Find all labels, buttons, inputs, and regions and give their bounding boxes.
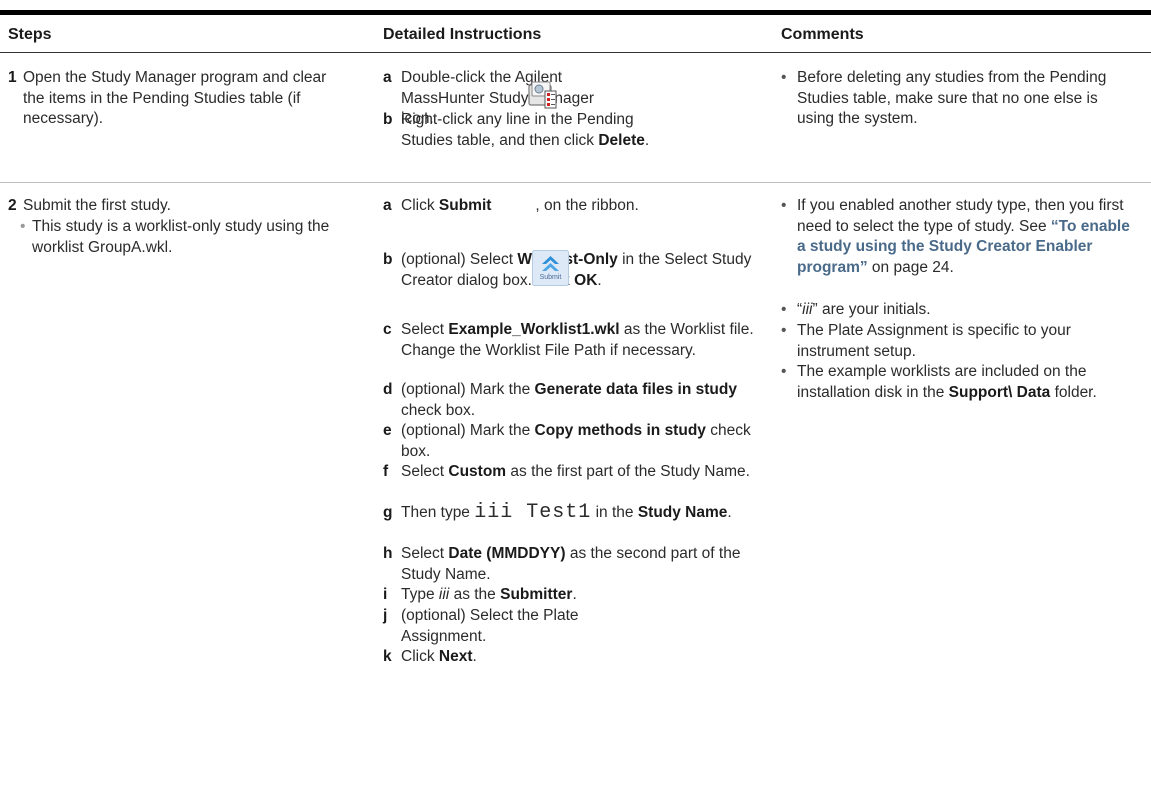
instruction-text-end: check box. bbox=[401, 401, 476, 419]
instruction-text-end: . bbox=[727, 504, 732, 521]
row1-instructions: a Double-click the Agilent MassHunter St… bbox=[383, 68, 783, 178]
instruction-text: (optional) Select bbox=[401, 251, 518, 268]
bullet: • bbox=[781, 69, 787, 86]
comment-text: ” are your initials. bbox=[812, 301, 931, 318]
bullet: • bbox=[781, 301, 787, 318]
row2-instructions: a Click Submit , on the ribbon. b (option… bbox=[383, 196, 783, 806]
instruction-text: (optional) Mark the bbox=[401, 422, 535, 439]
instruction-text-end: , on the ribbon. bbox=[535, 197, 639, 214]
instruction-letter: f bbox=[383, 463, 389, 480]
ok-label: OK bbox=[574, 271, 598, 289]
submitter-label: Submitter bbox=[500, 586, 573, 603]
instruction-text: Type bbox=[401, 586, 439, 603]
step-number: 2 bbox=[8, 197, 17, 214]
instruction-letter: e bbox=[383, 422, 392, 439]
bullet: • bbox=[781, 197, 787, 214]
instruction-text-end: as the first part of the Study Name. bbox=[506, 463, 750, 480]
copy-methods-label: Copy methods in study bbox=[534, 422, 706, 439]
header-comments: Comments bbox=[781, 26, 864, 43]
typed-study-name: iii Test1 bbox=[474, 501, 592, 524]
instruction-letter: c bbox=[383, 321, 392, 338]
study-name-label: Study Name bbox=[637, 504, 728, 521]
bullet: • bbox=[781, 363, 787, 380]
bullet: • bbox=[20, 218, 26, 235]
instruction-letter: a bbox=[383, 69, 392, 86]
study-manager-icon bbox=[528, 81, 557, 109]
generate-data-files-label: Generate data files in study bbox=[534, 381, 737, 398]
instruction-text: Select bbox=[401, 321, 449, 338]
step-text: Submit the first study. bbox=[23, 197, 171, 214]
submit-ribbon-icon: Submit bbox=[532, 250, 569, 286]
step-number: 1 bbox=[8, 69, 17, 86]
support-data-folder: Support\ Data bbox=[948, 383, 1051, 401]
substep-text: This study is a worklist-only study usin… bbox=[32, 218, 330, 256]
instruction-letter: b bbox=[383, 111, 393, 128]
custom-label: Custom bbox=[448, 463, 507, 480]
row-divider bbox=[0, 182, 1151, 183]
bullet: • bbox=[781, 322, 787, 339]
delete-label: Delete bbox=[598, 131, 645, 149]
instruction-letter: a bbox=[383, 197, 392, 214]
instruction-text: Then type bbox=[401, 504, 475, 521]
instruction-letter: k bbox=[383, 648, 392, 665]
header-rule bbox=[0, 52, 1151, 53]
top-rule bbox=[0, 10, 1151, 15]
instruction-text-mid: as the bbox=[449, 586, 501, 603]
instruction-text-end: . bbox=[644, 131, 650, 149]
instruction-text: (optional) Mark the bbox=[401, 381, 535, 398]
submit-icon-label: Submit bbox=[539, 274, 562, 281]
instruction-text: Click bbox=[401, 197, 439, 214]
instruction-letter: g bbox=[383, 504, 393, 521]
header-detailed-instructions: Detailed Instructions bbox=[383, 26, 542, 43]
comment-text-end: folder. bbox=[1050, 383, 1097, 401]
header-steps: Steps bbox=[8, 26, 52, 43]
step-text: Open the Study Manager program and clear… bbox=[23, 69, 327, 127]
instruction-text: Select bbox=[401, 463, 449, 480]
instruction-text: Click bbox=[401, 648, 439, 665]
comment-text: The Plate Assignment is specific to your… bbox=[797, 322, 1071, 360]
worklist-file-label: Example_Worklist1.wkl bbox=[448, 321, 620, 338]
next-label: Next bbox=[438, 648, 473, 665]
submit-label: Submit bbox=[438, 197, 492, 214]
instruction-letter: h bbox=[383, 545, 393, 562]
instruction-text-end: . bbox=[472, 648, 477, 665]
instruction-text-mid: in the bbox=[591, 504, 638, 521]
instruction-letter: j bbox=[383, 607, 388, 624]
instruction-letter: b bbox=[383, 251, 393, 268]
initials: iii bbox=[438, 586, 450, 603]
date-format-label: Date (MMDDYY) bbox=[448, 545, 566, 562]
instruction-text-end: . bbox=[572, 586, 577, 603]
comment-text-end: on page 24. bbox=[867, 258, 954, 276]
instruction-letter: d bbox=[383, 381, 393, 398]
instruction-text: (optional) Select the Plate Assignment. bbox=[401, 607, 579, 645]
instruction-text: Select bbox=[401, 545, 449, 562]
instruction-text-end: . bbox=[597, 271, 602, 289]
comment-text: Before deleting any studies from the Pen… bbox=[797, 69, 1107, 127]
initials: iii bbox=[802, 301, 813, 318]
instruction-letter: i bbox=[383, 586, 388, 603]
